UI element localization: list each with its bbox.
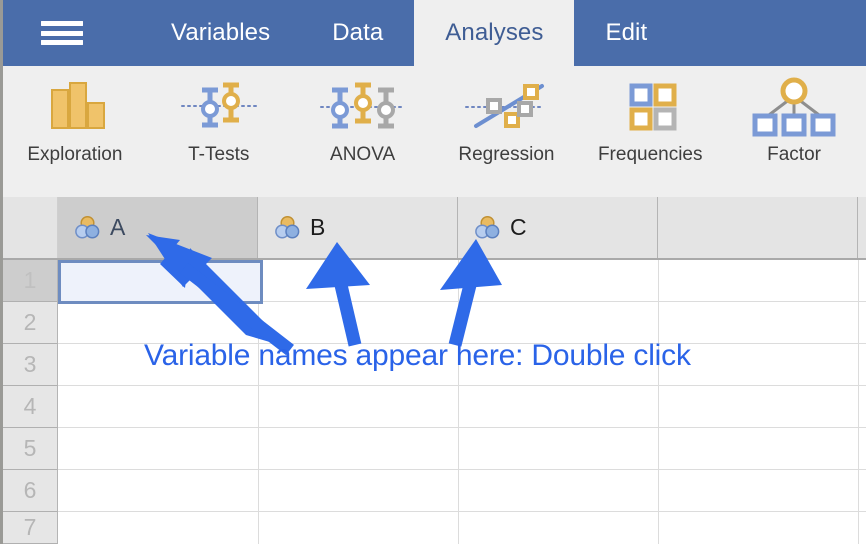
analyses-ribbon: Exploration T-Tests ANOVA Regression Fre… <box>0 66 866 197</box>
grid-line-h-6 <box>58 511 866 512</box>
row-header-1-label: 1 <box>23 267 37 293</box>
column-header-a-label: A <box>110 214 126 240</box>
ribbon-item-frequencies[interactable]: Frequencies <box>578 66 722 197</box>
row-header-5[interactable]: 5 <box>3 428 58 470</box>
row-header-3-label: 3 <box>23 351 37 377</box>
factor-tree-icon <box>722 66 866 142</box>
grid-line-h-3 <box>58 385 866 386</box>
grid-line-h-5 <box>58 469 866 470</box>
column-header-b-label: B <box>310 214 326 240</box>
grid-line-v-c-d <box>658 260 659 544</box>
grid-line-v-d-e <box>858 260 859 544</box>
tab-variables-label: Variables <box>171 19 271 46</box>
four-squares-grid-icon <box>578 66 722 142</box>
column-header-empty[interactable] <box>658 197 858 258</box>
ribbon-item-anova[interactable]: ANOVA <box>291 66 435 197</box>
ribbon-item-frequencies-label: Frequencies <box>597 144 703 165</box>
nominal-three-circles-icon <box>75 215 100 239</box>
select-all-corner[interactable] <box>3 197 58 258</box>
hamburger-bar-3 <box>41 40 83 45</box>
data-spreadsheet: A B C 1 2 3 4 5 6 7 <box>0 197 866 544</box>
main-tabs: Variables Data Analyses Edit <box>140 0 678 66</box>
tab-edit-label: Edit <box>605 19 648 46</box>
tab-data[interactable]: Data <box>301 0 414 66</box>
row-header-3[interactable]: 3 <box>3 344 58 386</box>
grid-line-h-4 <box>58 427 866 428</box>
column-header-c[interactable]: C <box>458 197 658 258</box>
hamburger-menu-icon[interactable] <box>41 18 83 48</box>
column-header-c-label: C <box>510 214 527 240</box>
sheet-left-edge <box>0 197 3 544</box>
three-error-bars-icon <box>291 66 435 142</box>
row-header-6[interactable]: 6 <box>3 470 58 512</box>
ribbon-item-list: Exploration T-Tests ANOVA Regression Fre… <box>3 66 866 197</box>
tab-analyses-label: Analyses <box>445 19 544 46</box>
row-header-4-label: 4 <box>23 393 37 419</box>
ribbon-item-t-tests-label: T-Tests <box>188 144 250 165</box>
tab-variables[interactable]: Variables <box>140 0 301 66</box>
jamovi-window: Variables Data Analyses Edit Exploration… <box>0 0 866 544</box>
ribbon-item-anova-label: ANOVA <box>330 144 396 165</box>
row-header-2[interactable]: 2 <box>3 302 58 344</box>
column-header-a[interactable]: A <box>58 197 258 258</box>
tab-edit[interactable]: Edit <box>574 0 678 66</box>
two-error-bars-icon <box>147 66 291 142</box>
ribbon-item-exploration[interactable]: Exploration <box>3 66 147 197</box>
cell-a1-selected[interactable] <box>58 260 263 304</box>
ribbon-item-regression-label: Regression <box>458 144 555 165</box>
hamburger-bar-1 <box>41 21 83 26</box>
grid-line-v-b-c <box>458 260 459 544</box>
grid-line-h-2 <box>58 343 866 344</box>
bar-chart-icon <box>3 66 147 142</box>
column-header-row: A B C <box>0 197 866 260</box>
row-header-6-label: 6 <box>23 477 37 503</box>
row-header-7[interactable]: 7 <box>3 512 58 544</box>
menu-bar: Variables Data Analyses Edit <box>0 0 866 66</box>
row-header-4[interactable]: 4 <box>3 386 58 428</box>
row-header-1[interactable]: 1 <box>3 260 58 302</box>
ribbon-item-exploration-label: Exploration <box>27 144 123 165</box>
row-header-5-label: 5 <box>23 435 37 461</box>
nominal-three-circles-icon <box>475 215 500 239</box>
row-header-2-label: 2 <box>23 309 37 335</box>
nominal-three-circles-icon <box>275 215 300 239</box>
ribbon-item-t-tests[interactable]: T-Tests <box>147 66 291 197</box>
tab-analyses[interactable]: Analyses <box>414 0 575 66</box>
ribbon-item-factor[interactable]: Factor <box>722 66 866 197</box>
hamburger-bar-2 <box>41 30 83 36</box>
column-header-b[interactable]: B <box>258 197 458 258</box>
row-header-7-label: 7 <box>23 514 37 540</box>
window-left-edge <box>0 0 3 66</box>
ribbon-item-regression[interactable]: Regression <box>434 66 578 197</box>
ribbon-item-factor-label: Factor <box>767 144 821 165</box>
scatter-regression-line-icon <box>434 66 578 142</box>
tab-data-label: Data <box>332 19 384 46</box>
